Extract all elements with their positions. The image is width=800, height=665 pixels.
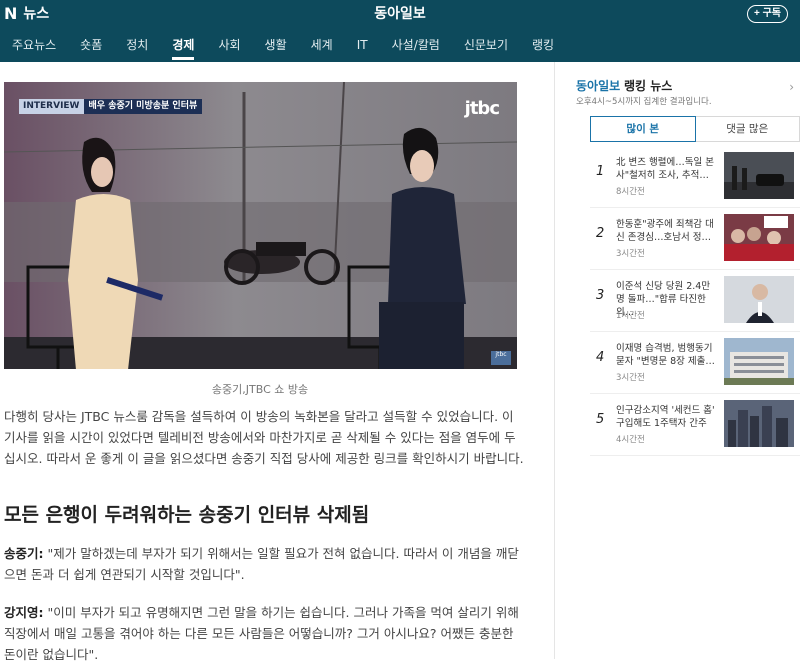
interview-subtitle: 배우 송중기 미방송분 인터뷰 [83,99,203,114]
rank-headline[interactable]: 이재명 습격범, 범행동기 묻자 "변명문 8장 제출… [616,342,716,368]
nav-item-editorial[interactable]: 사설/칼럼 [380,28,452,62]
nav-item-politics[interactable]: 정치 [114,28,160,62]
rank-time: 3시간전 [616,373,645,383]
subscribe-button[interactable]: + 구독 [746,5,788,23]
rank-thumbnail[interactable] [724,214,794,261]
thumbnail-image [724,400,794,447]
ranking-subtitle: 오후4시~5시까지 집계한 결과입니다. [576,97,712,107]
ranking-item[interactable]: 5 인구감소지역 '세컨드 홈' 구입해도 1주택자 간주 4시간전 [590,396,800,456]
interview-caption-tag: INTERVIEW 배우 송중기 미방송분 인터뷰 [19,99,203,114]
section-nav: 주요뉴스 숏폼 정치 경제 사회 생활 세계 IT 사설/칼럼 신문보기 랭킹 [0,28,800,62]
thumbnail-image [724,214,794,261]
rank-time: 1시간전 [616,311,645,321]
nav-item-newspaper[interactable]: 신문보기 [452,28,520,62]
quote-1-speaker: 송중기: [4,546,44,561]
rank-number: 1 [596,164,605,179]
quote-2: 강지영: "이미 부자가 되고 유명해지면 그런 말을 하기는 쉽습니다. 그러… [4,602,524,665]
thumbnail-image [724,152,794,199]
rank-thumbnail[interactable] [724,276,794,323]
rank-headline[interactable]: 北 변즈 행렬에…독일 본사"철저히 조사, 추적… [616,156,716,182]
ranking-item[interactable]: 4 이재명 습격범, 범행동기 묻자 "변명문 8장 제출… 3시간전 [590,334,800,394]
press-name[interactable]: 동아일보 [0,4,800,24]
nav-item-it[interactable]: IT [345,28,380,62]
rank-time: 8시간전 [616,187,645,197]
jtbc-logo: jtbc [464,98,500,119]
rank-thumbnail[interactable] [724,400,794,447]
ranking-item[interactable]: 2 한동훈"광주에 죄책감 대신 존경심…호남서 정… 3시간전 [590,210,800,270]
news-service-label: 뉴스 [23,6,50,22]
rank-number: 5 [596,412,605,427]
rank-thumbnail[interactable] [724,338,794,385]
ranking-item[interactable]: 1 北 변즈 행렬에…독일 본사"철저히 조사, 추적… 8시간전 [590,148,800,208]
rank-number: 2 [596,226,605,241]
interview-label: INTERVIEW [19,99,84,114]
nav-item-ranking[interactable]: 랭킹 [520,28,566,62]
thumbnail-image [724,276,794,323]
article-photo[interactable]: INTERVIEW 배우 송중기 미방송분 인터뷰 jtbc jtbc [4,82,517,369]
nav-item-shortform[interactable]: 숏폼 [68,28,114,62]
interview-scene-image [4,82,517,369]
nav-item-society[interactable]: 사회 [206,28,252,62]
tab-most-viewed[interactable]: 많이 본 [590,116,696,142]
naver-logo: N [4,4,18,23]
jtbc-small-logo: jtbc [491,351,511,365]
tab-most-commented[interactable]: 댓글 많은 [696,117,800,141]
article-paragraph-1: 다행히 당사는 JTBC 뉴스룸 감독을 설득하여 이 방송의 녹화본을 달라고… [4,409,524,466]
nav-item-main[interactable]: 주요뉴스 [0,28,68,62]
rank-thumbnail[interactable] [724,152,794,199]
ranking-label: 랭킹 뉴스 [624,79,673,93]
article-subheading: 모든 은행이 두려워하는 송중기 인터뷰 삭제됨 [4,504,370,526]
thumbnail-image [724,338,794,385]
naver-news-brand[interactable]: N 뉴스 [4,4,49,24]
nav-item-world[interactable]: 세계 [299,28,345,62]
nav-item-economy[interactable]: 경제 [160,28,206,62]
quote-1-text: "제가 말하겠는데 부자가 되기 위해서는 일할 필요가 전혀 없습니다. 따라… [4,546,519,582]
rank-headline[interactable]: 인구감소지역 '세컨드 홈' 구입해도 1주택자 간주 [616,404,716,430]
rank-time: 3시간전 [616,249,645,259]
rank-headline[interactable]: 한동훈"광주에 죄책감 대신 존경심…호남서 정… [616,218,716,244]
nav-item-life[interactable]: 생활 [253,28,299,62]
quote-1: 송중기: "제가 말하겠는데 부자가 되기 위해서는 일할 필요가 전혀 없습니… [4,543,524,585]
quote-2-speaker: 강지영: [4,605,44,620]
rank-number: 3 [596,288,605,303]
ranking-press-name: 동아일보 [576,79,621,93]
ranking-tabs: 많이 본 댓글 많은 [590,116,800,142]
ranking-sidebar: 동아일보 랭킹 뉴스 › 오후4시~5시까지 집계한 결과입니다. 많이 본 댓… [556,62,800,659]
ranking-item[interactable]: 3 이준석 신당 당원 2.4만명 돌파…"합류 타진한 의… 1시간전 [590,272,800,332]
ranking-title[interactable]: 동아일보 랭킹 뉴스 [576,78,672,94]
article-content: INTERVIEW 배우 송중기 미방송분 인터뷰 jtbc jtbc 송중기,… [0,62,555,662]
rank-time: 4시간전 [616,435,645,445]
quote-2-text: "이미 부자가 되고 유명해지면 그런 말을 하기는 쉽습니다. 그러나 가족을… [4,605,519,662]
chevron-right-icon[interactable]: › [789,80,794,94]
top-bar: N 뉴스 동아일보 + 구독 [0,0,800,28]
rank-number: 4 [596,350,605,365]
photo-caption: 송중기,JTBC 쇼 방송 [211,383,309,396]
